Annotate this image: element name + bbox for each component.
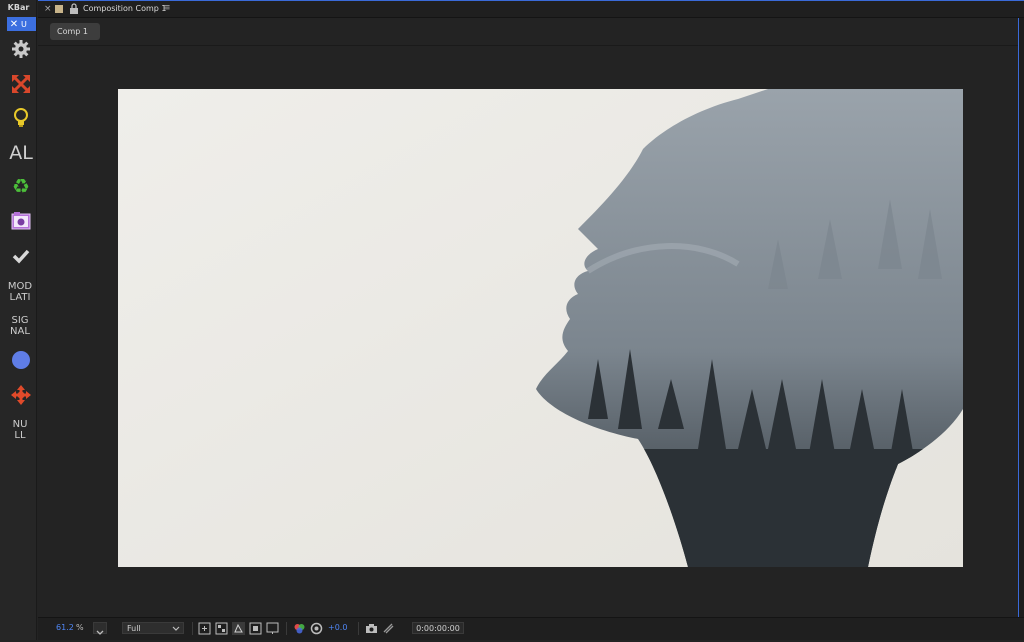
toolbar-separator bbox=[286, 622, 287, 635]
toolbar-separator bbox=[358, 622, 359, 635]
mask-path-icon[interactable] bbox=[232, 622, 245, 635]
color-channels-icon[interactable] bbox=[293, 622, 306, 635]
move-anchor-button[interactable] bbox=[8, 382, 34, 408]
resolution-value: Full bbox=[127, 624, 141, 633]
kbar-tab-close-icon[interactable]: ✕ bbox=[7, 19, 21, 30]
expand-arrows-icon bbox=[12, 75, 30, 93]
camera-button[interactable] bbox=[8, 208, 34, 234]
snapshot-camera-icon[interactable] bbox=[365, 622, 378, 635]
lightbulb-button[interactable] bbox=[8, 105, 34, 131]
kbar-panel: KBar ✕ U AL ♻ MOD LATI SIG NAL NU LL bbox=[0, 0, 37, 640]
tab-comp-1[interactable]: Comp 1 bbox=[50, 23, 100, 40]
modulate-button[interactable]: MOD LATI bbox=[4, 281, 36, 303]
chevron-down-icon bbox=[172, 626, 180, 631]
panel-title: Composition Comp 1 bbox=[83, 4, 167, 13]
zoom-unit: % bbox=[76, 623, 84, 632]
guides-icon[interactable] bbox=[266, 622, 279, 635]
composition-viewer[interactable] bbox=[38, 46, 1018, 616]
al-button[interactable]: AL bbox=[8, 140, 34, 166]
panel-menu-icon[interactable]: ≡ bbox=[163, 3, 171, 13]
composition-frame[interactable] bbox=[118, 89, 963, 567]
close-panel-icon[interactable]: × bbox=[44, 4, 52, 14]
region-of-interest-icon[interactable] bbox=[249, 622, 262, 635]
expand-arrows-button[interactable] bbox=[8, 71, 34, 97]
double-exposure-image bbox=[118, 89, 963, 567]
label-color-swatch[interactable] bbox=[55, 5, 63, 13]
checkmark-icon bbox=[12, 249, 30, 264]
resolution-dropdown[interactable]: Full bbox=[122, 622, 184, 634]
zoom-value[interactable]: 61.2 bbox=[56, 623, 74, 632]
lock-icon[interactable] bbox=[69, 3, 79, 15]
color-management-icon[interactable] bbox=[310, 622, 323, 635]
comp-tab-bar: Comp 1 bbox=[38, 18, 1024, 46]
move-anchor-icon bbox=[11, 385, 31, 405]
viewer-right-edge bbox=[1018, 18, 1024, 617]
current-time-display[interactable]: 0:00:00:00 bbox=[412, 622, 464, 634]
al-label: AL bbox=[9, 142, 33, 164]
composition-panel-header: × Composition Comp 1 ≡ bbox=[38, 0, 1024, 18]
signal-button[interactable]: SIG NAL bbox=[4, 315, 36, 337]
toolbar-separator bbox=[192, 622, 193, 635]
fast-previews-icon[interactable] bbox=[198, 622, 211, 635]
settings-icon bbox=[12, 40, 30, 58]
camera-icon bbox=[11, 212, 31, 230]
kbar-tab[interactable]: ✕ U bbox=[7, 17, 36, 31]
checkmark-button[interactable] bbox=[8, 243, 34, 269]
kbar-title: KBar bbox=[7, 3, 30, 12]
blue-circle-button[interactable] bbox=[8, 347, 34, 373]
lightbulb-icon bbox=[14, 108, 28, 127]
chevron-down-icon bbox=[96, 630, 104, 635]
zoom-dropdown[interactable] bbox=[93, 622, 107, 635]
transparency-grid-icon[interactable] bbox=[215, 622, 228, 635]
show-snapshot-icon[interactable] bbox=[382, 622, 395, 635]
blue-circle-icon bbox=[12, 351, 30, 369]
settings-button[interactable] bbox=[8, 36, 34, 62]
exposure-value[interactable]: +0.0 bbox=[328, 623, 347, 632]
kbar-tab-label: U bbox=[21, 19, 27, 29]
recycle-button[interactable]: ♻ bbox=[8, 173, 34, 199]
recycle-icon: ♻ bbox=[12, 174, 30, 198]
viewer-toolbar: 61.2 % Full +0.0 0:00:00:00 bbox=[38, 617, 1024, 640]
null-button[interactable]: NU LL bbox=[4, 419, 36, 441]
